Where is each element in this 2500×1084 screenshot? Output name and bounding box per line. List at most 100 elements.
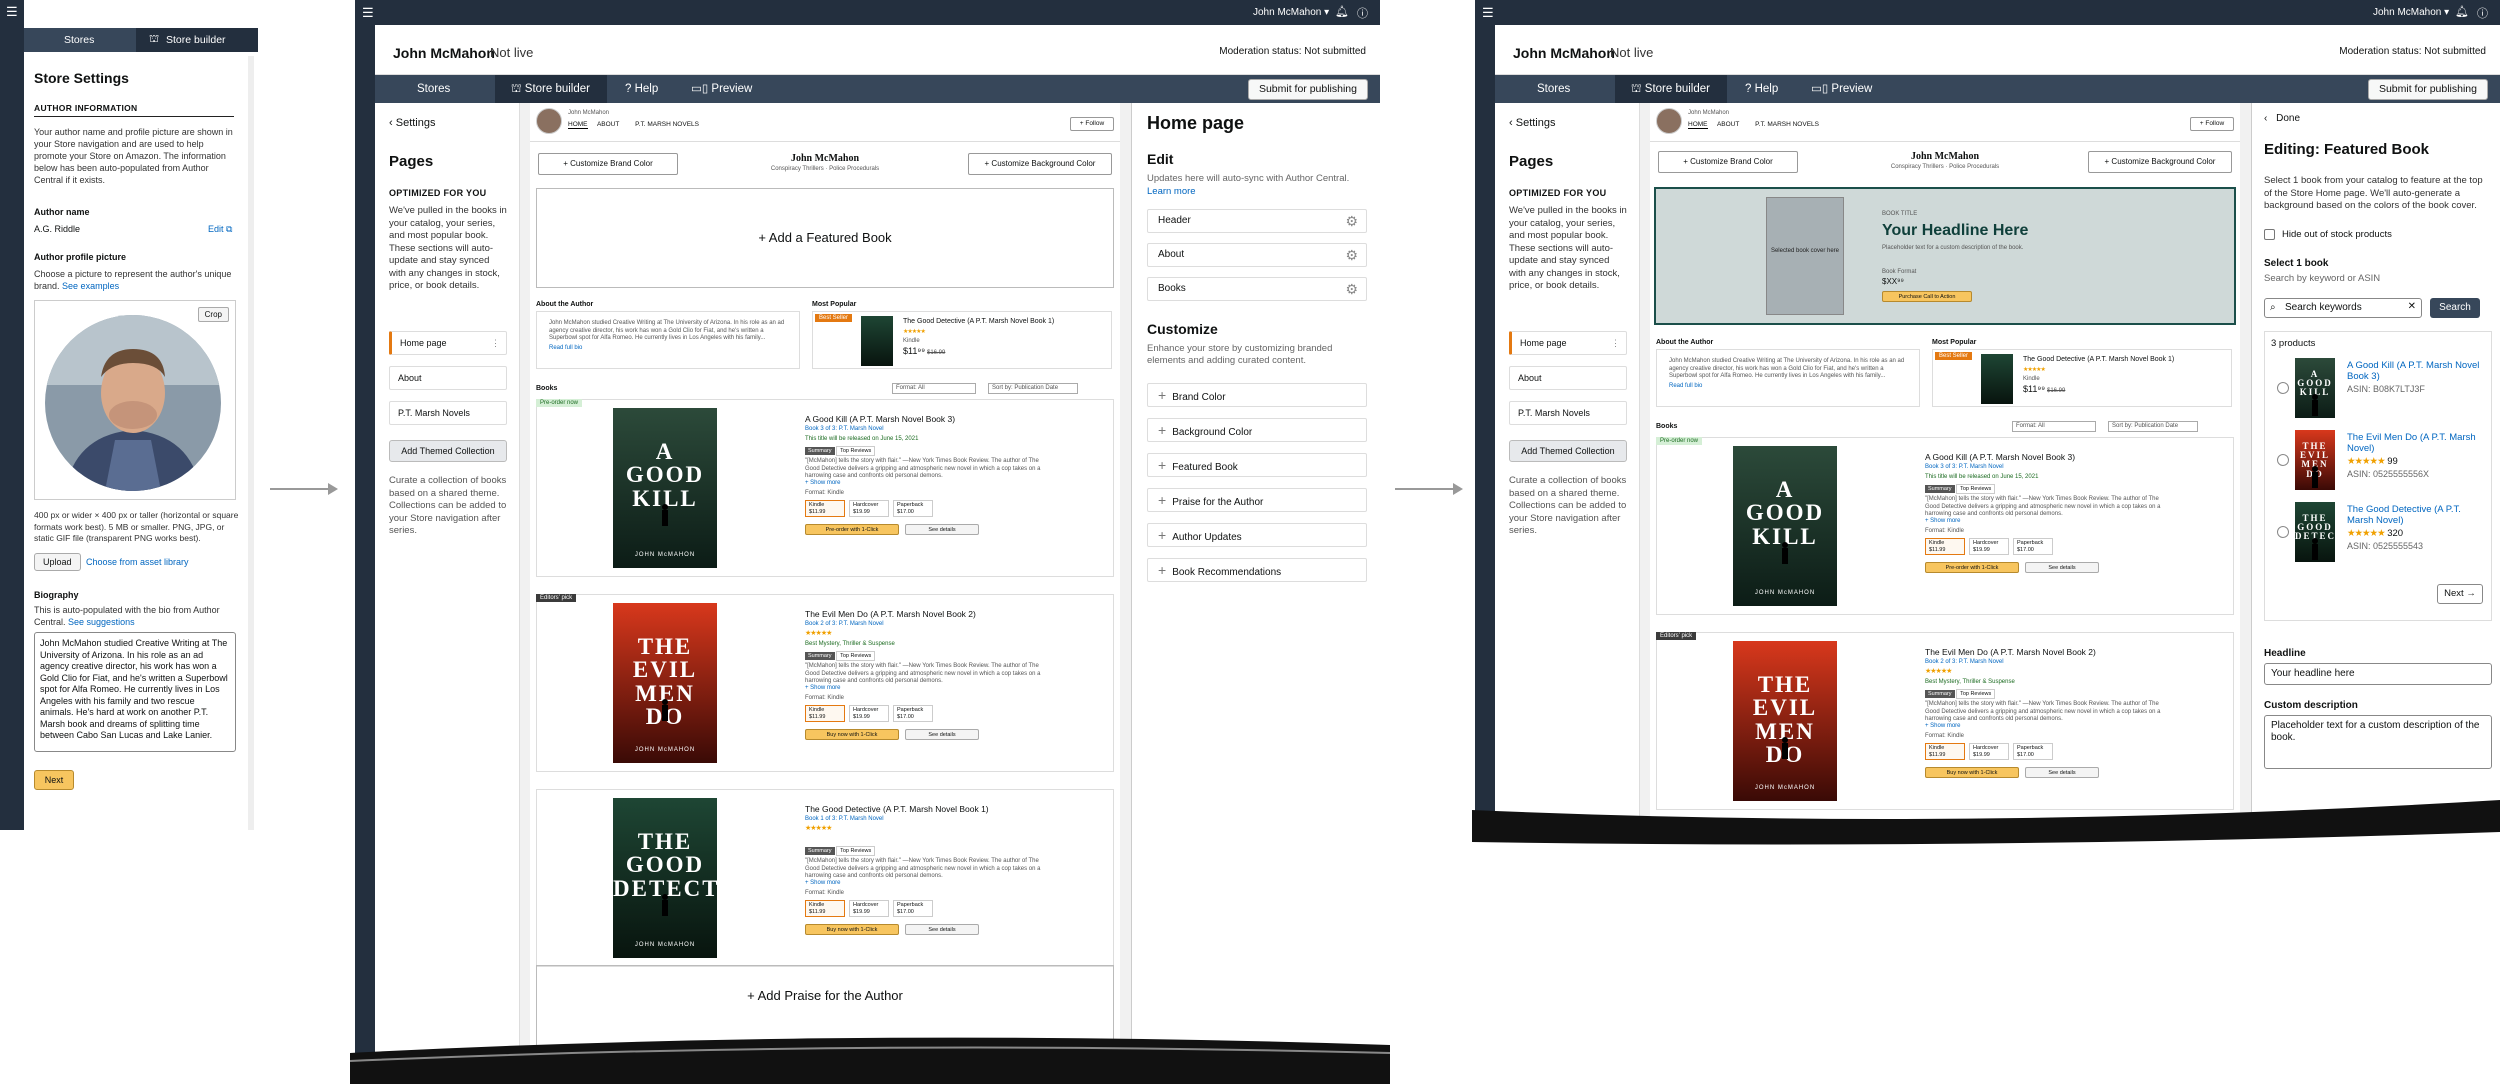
tab-preview[interactable]: ▭▯ Preview <box>1811 75 1872 103</box>
upload-button[interactable]: Upload <box>34 553 81 571</box>
menu-icon[interactable]: ☰ <box>1482 5 1494 21</box>
add-featured-book[interactable]: + Add a Featured Book <box>536 188 1114 288</box>
sort-filter[interactable]: Sort by: Publication Date <box>988 383 1078 394</box>
see-details-button[interactable]: See details <box>2025 562 2099 573</box>
search-button[interactable]: Search <box>2430 298 2480 318</box>
customize-item[interactable]: + Praise for the Author <box>1147 488 1367 512</box>
format-option[interactable]: Hardcover $19.99 <box>849 500 889 517</box>
product-title[interactable]: A Good Kill (A P.T. Marsh Novel Book 3) <box>2347 360 2487 382</box>
book-cover[interactable]: THEEVILMENDOJOHN McMAHON <box>1733 641 1837 801</box>
next-button[interactable]: Next <box>34 770 74 790</box>
show-more-link[interactable]: + Show more <box>805 880 841 888</box>
headline-input[interactable]: Your headline here <box>2264 663 2492 685</box>
edit-author-name-link[interactable]: Edit ⧉ <box>208 224 232 235</box>
see-examples-link[interactable]: See examples <box>62 281 119 291</box>
next-page-button[interactable]: Next → <box>2437 584 2483 604</box>
bio-textarea[interactable]: John McMahon studied Creative Writing at… <box>34 632 236 752</box>
show-more-link[interactable]: + Show more <box>805 685 841 693</box>
product-radio[interactable] <box>2277 454 2289 466</box>
format-option[interactable]: Paperback $17.00 <box>893 900 933 917</box>
product-title[interactable]: The Evil Men Do (A P.T. Marsh Novel) <box>2347 432 2487 454</box>
tab-stores[interactable]: Stores <box>1537 75 1570 103</box>
top-reviews-tab[interactable]: Top Reviews <box>1956 484 1996 494</box>
tab-stores[interactable]: Stores <box>64 34 94 46</box>
product-title[interactable]: The Good Detective (A P.T. Marsh Novel) <box>2347 504 2487 526</box>
see-details-button[interactable]: See details <box>905 524 979 535</box>
help-icon[interactable]: ⓘ <box>2477 5 2488 21</box>
customize-item[interactable]: + Brand Color <box>1147 383 1367 407</box>
user-menu[interactable]: John McMahon ▾ <box>2373 7 2449 18</box>
bg-color-button[interactable]: + Customize Background Color <box>2088 151 2232 173</box>
gear-icon[interactable]: ⚙ <box>1345 210 1358 232</box>
tab-store-builder[interactable]: ⛫ Store builder <box>495 75 607 103</box>
read-full-bio-link[interactable]: Read full bio <box>549 345 787 353</box>
product-radio[interactable] <box>2277 382 2289 394</box>
store-tab-series[interactable]: P.T. MARSH NOVELS <box>1755 121 1819 128</box>
buy-button[interactable]: Buy now with 1-Click <box>805 924 899 935</box>
top-reviews-tab[interactable]: Top Reviews <box>836 446 876 456</box>
buy-button[interactable]: Pre-order with 1-Click <box>805 524 899 535</box>
done-link[interactable]: ‹ Done <box>2264 113 2300 124</box>
add-themed-collection-button[interactable]: Add Themed Collection <box>1509 440 1627 462</box>
gear-icon[interactable]: ⚙ <box>1345 278 1358 300</box>
book-cover[interactable]: A GOOD KILL JOHN McMAHON <box>1733 446 1837 606</box>
follow-button[interactable]: + Follow <box>1070 117 1114 131</box>
edit-row-about[interactable]: About ⚙ <box>1147 243 1367 267</box>
book-series[interactable]: Book 2 of 3: P.T. Marsh Novel <box>1925 659 2004 667</box>
book-cover[interactable]: A GOOD KILL <box>2295 358 2335 418</box>
format-option[interactable]: Hardcover $19.99 <box>1969 743 2009 760</box>
product-row[interactable]: THEGOODDETECTIVE The Good Detective (A P.… <box>2265 498 2491 566</box>
book-cover[interactable]: THEGOODDETECTIVE JOHN McMAHON <box>613 798 717 958</box>
buy-button[interactable]: Pre-order with 1-Click <box>1925 562 2019 573</box>
summary-tab[interactable]: Summary <box>805 652 835 660</box>
book-cover[interactable]: A GOOD KILL JOHN McMAHON <box>613 408 717 568</box>
format-option[interactable]: Kindle $11.99 <box>805 900 845 917</box>
edit-row-books[interactable]: Books ⚙ <box>1147 277 1367 301</box>
gear-icon[interactable]: ⚙ <box>1345 244 1358 266</box>
show-more-link[interactable]: + Show more <box>1925 518 1961 526</box>
store-tab-home[interactable]: HOME <box>568 121 588 129</box>
store-tab-series[interactable]: P.T. MARSH NOVELS <box>635 121 699 128</box>
tab-help[interactable]: ? Help <box>625 75 658 103</box>
top-reviews-tab[interactable]: Top Reviews <box>1956 689 1996 699</box>
format-option[interactable]: Kindle $11.99 <box>1925 538 1965 555</box>
see-details-button[interactable]: See details <box>2025 767 2099 778</box>
format-filter[interactable]: Format: All <box>2012 421 2096 432</box>
search-input[interactable]: ⌕ Search keywords ✕ <box>2264 298 2422 318</box>
show-more-link[interactable]: + Show more <box>1925 723 1961 731</box>
hide-stock-checkbox[interactable] <box>2264 229 2275 240</box>
read-full-bio-link[interactable]: Read full bio <box>1669 383 1907 391</box>
book-series[interactable]: Book 2 of 3: P.T. Marsh Novel <box>805 621 884 629</box>
format-option[interactable]: Hardcover $19.99 <box>849 705 889 722</box>
tab-preview[interactable]: ▭▯ Preview <box>691 75 752 103</box>
summary-tab[interactable]: Summary <box>805 447 835 455</box>
page-item-about[interactable]: About <box>1509 366 1627 390</box>
book-cover[interactable]: THEGOODDETECTIVE <box>2295 502 2335 562</box>
format-option[interactable]: Kindle $11.99 <box>1925 743 1965 760</box>
format-option[interactable]: Paperback $17.00 <box>893 500 933 517</box>
learn-more-link[interactable]: Learn more <box>1147 186 1196 197</box>
edit-row-header[interactable]: Header ⚙ <box>1147 209 1367 233</box>
buy-button[interactable]: Buy now with 1-Click <box>1925 767 2019 778</box>
store-tab-about[interactable]: ABOUT <box>597 121 619 128</box>
book-title[interactable]: A Good Kill (A P.T. Marsh Novel Book 3) <box>805 414 955 424</box>
see-suggestions-link[interactable]: See suggestions <box>68 617 135 627</box>
settings-scrollbar[interactable] <box>248 56 254 830</box>
page-item-series[interactable]: P.T. Marsh Novels <box>1509 401 1627 425</box>
format-option[interactable]: Kindle $11.99 <box>805 500 845 517</box>
bell-icon[interactable]: 🔔︎ <box>2455 5 2469 18</box>
menu-icon[interactable]: ☰ <box>6 4 18 20</box>
store-tab-home[interactable]: HOME <box>1688 121 1708 129</box>
submit-button[interactable]: Submit for publishing <box>2367 79 2488 100</box>
book-series[interactable]: Book 3 of 3: P.T. Marsh Novel <box>805 426 884 434</box>
summary-tab[interactable]: Summary <box>1925 485 1955 493</box>
book-cover[interactable]: THEEVILMENDOJOHN McMAHON <box>613 603 717 763</box>
book-cover[interactable]: THEEVILMENDO <box>2295 430 2335 490</box>
page-item-home[interactable]: Home page ⋮ <box>1509 331 1627 355</box>
format-option[interactable]: Kindle $11.99 <box>805 705 845 722</box>
bg-color-button[interactable]: + Customize Background Color <box>968 153 1112 175</box>
format-option[interactable]: Hardcover $19.99 <box>849 900 889 917</box>
choose-asset-link[interactable]: Choose from asset library <box>86 557 189 567</box>
popular-title[interactable]: The Good Detective (A P.T. Marsh Novel B… <box>2023 356 2174 363</box>
customize-item[interactable]: + Author Updates <box>1147 523 1367 547</box>
